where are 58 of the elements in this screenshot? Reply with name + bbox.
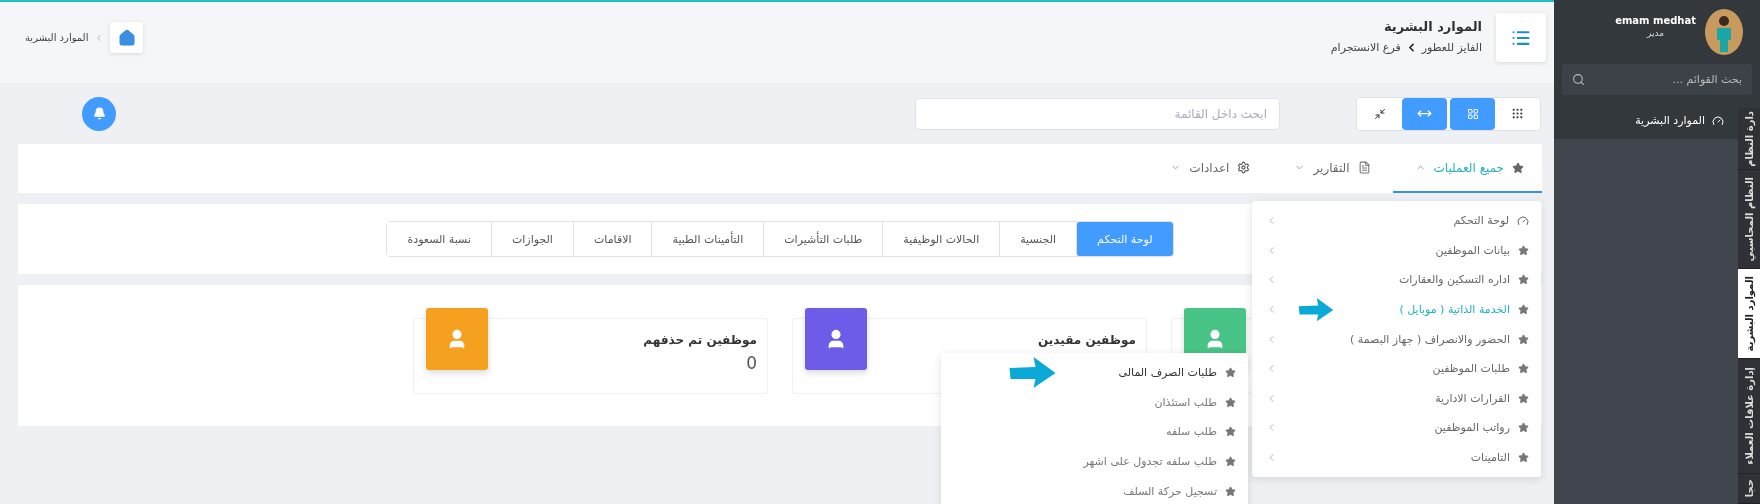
view-toggle-button[interactable]	[1450, 97, 1495, 130]
star-icon	[1225, 396, 1236, 408]
grid-dots-icon	[1511, 107, 1524, 120]
menu-item[interactable]: اداره التسكين والعقارات	[1252, 265, 1541, 295]
star-icon	[1518, 333, 1529, 345]
view-toggle-button[interactable]	[1402, 97, 1447, 130]
user-name: emam medhat	[1615, 15, 1696, 26]
gauge-icon	[1517, 214, 1529, 227]
avatar	[1705, 9, 1743, 55]
compress-icon	[1373, 107, 1386, 120]
nav-tab[interactable]: التقارير	[1272, 144, 1389, 193]
star-icon	[1225, 456, 1236, 468]
menu-button[interactable]	[1496, 13, 1546, 62]
submenu-item[interactable]: طلبات الصرف المالى	[941, 358, 1248, 388]
menu-item[interactable]: رواتب الموظفين	[1252, 413, 1541, 443]
breadcrumb-link[interactable]: الفايز للعطور	[1421, 41, 1482, 54]
stat-title: موظفين تم حذفهم	[642, 333, 757, 347]
nav-tab[interactable]: اعدادات	[1148, 144, 1269, 193]
menu-item[interactable]: القرارات الادارية	[1252, 383, 1541, 414]
menu-item[interactable]: لوحة التحكم	[1252, 206, 1541, 236]
stat-value: 0	[745, 353, 757, 373]
star-icon	[1225, 367, 1236, 379]
star-icon	[1518, 244, 1529, 256]
star-icon	[1518, 363, 1529, 375]
home-button[interactable]	[110, 22, 144, 53]
search-field[interactable]: ابحث داخل القائمة	[915, 97, 1280, 130]
breadcrumb-link[interactable]: فرع الانستجرام	[1330, 41, 1401, 54]
module-tab[interactable]: دارة النظام	[1738, 108, 1760, 170]
menu-item[interactable]: بيانات الموظفين	[1252, 235, 1541, 266]
star-icon	[1518, 392, 1529, 404]
search-icon	[1572, 73, 1585, 86]
notification-button[interactable]	[82, 96, 116, 131]
star-icon	[1518, 304, 1529, 316]
grid-icon	[1466, 107, 1479, 120]
star-icon	[1225, 485, 1236, 497]
user-role: مدير	[1647, 28, 1665, 38]
home-icon	[117, 28, 136, 47]
star-icon	[1518, 274, 1529, 286]
module-tab[interactable]: الموارد البشرية	[1738, 269, 1760, 359]
star-icon	[1518, 422, 1529, 434]
submenu-item[interactable]: طلب سلفه تجدول على اشهر	[941, 446, 1248, 477]
submenu-item[interactable]: طلب استئذان	[941, 387, 1248, 418]
stat-title: موظفين مقيدين	[1037, 333, 1136, 347]
star-icon	[1518, 452, 1529, 464]
document-icon	[1357, 161, 1371, 174]
menu-item[interactable]: الحضور والانصراف ( جهاز البصمة )	[1252, 324, 1541, 354]
settings-icon	[1237, 161, 1251, 174]
submenu-item[interactable]: تسجيل حركة السلف	[941, 476, 1248, 504]
bell-icon	[92, 107, 106, 120]
star-icon	[1512, 161, 1524, 174]
star-icon	[1225, 426, 1236, 438]
menu-item[interactable]: طلبات الموظفين	[1252, 353, 1541, 384]
menu-item[interactable]: التامينات	[1252, 442, 1541, 473]
gauge-icon	[1712, 114, 1724, 127]
menu-search-field[interactable]: بحث القوائم ...	[1562, 64, 1752, 95]
page-title: الموارد البشرية	[1382, 19, 1482, 34]
breadcrumb-link[interactable]: الموارد البشرية	[25, 32, 89, 43]
submenu-item[interactable]: طلب سلفه	[941, 417, 1248, 447]
